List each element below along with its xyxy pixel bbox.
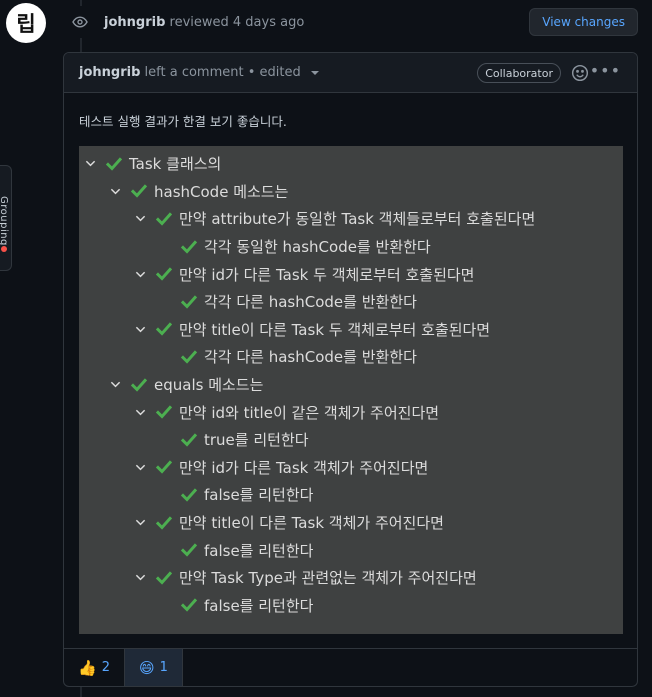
tree-item-label: 각각 다른 hashCode를 반환한다 — [204, 348, 417, 367]
tree-item: 만약 id와 title이 같은 객체가 주어진다면 — [79, 398, 623, 426]
tree-item: 만약 Task Type과 관련없는 객체가 주어진다면 — [79, 564, 623, 592]
comment-intro-text: 테스트 실행 결과가 한결 보기 좋습니다. — [79, 114, 287, 129]
tree-item-label: 각각 다른 hashCode를 반환한다 — [204, 293, 417, 312]
edit-history-chevron-down-icon[interactable] — [310, 70, 319, 75]
tree-item: hashCode 메소드는 — [79, 178, 623, 206]
page: 립 Grouping johngrib reviewed 4 days ago … — [0, 0, 652, 697]
reaction-count: 1 — [159, 660, 168, 675]
tree-item: 각각 다른 hashCode를 반환한다 — [79, 288, 623, 316]
tree-item: 각각 동일한 hashCode를 반환한다 — [79, 233, 623, 261]
tree-item-label: true를 리턴한다 — [204, 431, 309, 450]
chevron-down-icon[interactable] — [135, 324, 146, 335]
tree-item: 만약 attribute가 동일한 Task 객체들로부터 호출된다면 — [79, 205, 623, 233]
check-icon — [181, 433, 197, 447]
tree-item: false를 리턴한다 — [79, 481, 623, 509]
comment-body: 테스트 실행 결과가 한결 보기 좋습니다. Task 클래스의 hashCode… — [64, 93, 637, 634]
tree-item: equals 메소드는 — [79, 371, 623, 399]
comment-header: johngrib left a comment • edited Collabo… — [64, 53, 637, 93]
tree-item: 만약 title이 다른 Task 두 객체로부터 호출된다면 — [79, 316, 623, 344]
check-icon — [131, 184, 147, 199]
chevron-down-icon[interactable] — [85, 158, 96, 169]
check-icon — [156, 571, 172, 585]
check-icon — [181, 239, 197, 254]
tree-item-label: 만약 id와 title이 같은 객체가 주어진다면 — [179, 403, 440, 422]
chevron-down-icon[interactable] — [135, 517, 146, 528]
tree-item: false를 리턴한다 — [79, 536, 623, 564]
tree-item: true를 리턴한다 — [79, 426, 623, 454]
check-icon — [156, 267, 172, 281]
tree-item: 만약 id가 다른 Task 객체가 주어진다면 — [79, 454, 623, 482]
side-panel-tab[interactable]: Grouping — [0, 165, 12, 271]
reactions-bar: 👍 2 😄 1 — [64, 648, 637, 686]
check-icon — [181, 295, 197, 309]
chevron-down-icon[interactable] — [135, 407, 146, 418]
review-time: reviewed 4 days ago — [169, 14, 305, 30]
more-options-kebab-icon[interactable]: ••• — [590, 61, 621, 80]
reaction-button[interactable]: 👍 2 — [64, 649, 125, 686]
comment-meta: johngrib left a comment • edited — [79, 65, 319, 80]
tree-item-label: Task 클래스의 — [129, 155, 222, 174]
chevron-down-icon[interactable] — [135, 213, 146, 224]
chevron-down-icon[interactable] — [135, 572, 146, 583]
test-result-tree: Task 클래스의 hashCode 메소드는만약 attribute가 동일한 … — [79, 146, 623, 634]
tree-item-label: hashCode 메소드는 — [154, 182, 289, 201]
tree-item-label: false를 리턴한다 — [204, 486, 314, 505]
smile-icon: 😄 — [138, 658, 155, 677]
view-changes-button[interactable]: View changes — [529, 8, 638, 36]
tree-item-label: 만약 id가 다른 Task 객체가 주어진다면 — [179, 458, 429, 477]
tree-item: Task 클래스의 — [79, 150, 623, 178]
tree-item-label: 만약 attribute가 동일한 Task 객체들로부터 호출된다면 — [179, 210, 536, 229]
review-event: johngrib reviewed 4 days ago View change… — [62, 6, 652, 38]
eye-icon — [62, 6, 98, 38]
tree-item-label: 각각 동일한 hashCode를 반환한다 — [204, 238, 431, 257]
check-icon — [181, 598, 197, 612]
check-icon — [106, 157, 122, 171]
comment-author-link[interactable]: johngrib — [79, 65, 140, 80]
chevron-down-icon[interactable] — [135, 269, 146, 280]
check-icon — [156, 515, 172, 530]
review-author-link[interactable]: johngrib — [104, 15, 165, 30]
side-panel-label: Grouping — [0, 196, 9, 246]
check-icon — [131, 377, 147, 392]
avatar[interactable]: 립 — [6, 3, 46, 43]
notification-dot — [1, 246, 7, 252]
chevron-down-icon[interactable] — [135, 462, 146, 473]
check-icon — [181, 543, 197, 557]
tree-item-label: 만약 id가 다른 Task 두 객체로부터 호출된다면 — [179, 265, 475, 284]
chevron-down-icon[interactable] — [110, 186, 121, 197]
reaction-count: 2 — [101, 660, 110, 675]
tree-item-label: false를 리턴한다 — [204, 541, 314, 560]
chevron-down-icon[interactable] — [110, 379, 121, 390]
reaction-button[interactable]: 😄 1 — [124, 649, 183, 686]
thumbs-up-icon: 👍 — [78, 658, 97, 677]
tree-item-label: 만약 title이 다른 Task 객체가 주어진다면 — [179, 514, 444, 533]
check-icon — [181, 488, 197, 502]
tree-item: 만약 title이 다른 Task 객체가 주어진다면 — [79, 509, 623, 537]
check-icon — [156, 405, 172, 419]
check-icon — [156, 460, 172, 475]
tree-item-label: equals 메소드는 — [154, 376, 264, 395]
comment-meta-text: left a comment • edited — [144, 65, 301, 80]
tree-item-label: 만약 title이 다른 Task 두 객체로부터 호출된다면 — [179, 320, 491, 339]
tree-item-label: 만약 Task Type과 관련없는 객체가 주어진다면 — [179, 569, 477, 588]
collaborator-badge: Collaborator — [477, 63, 561, 83]
tree-item: 각각 다른 hashCode를 반환한다 — [79, 343, 623, 371]
tree-item-label: false를 리턴한다 — [204, 596, 314, 615]
check-icon — [156, 322, 172, 337]
tree-item: 만약 id가 다른 Task 두 객체로부터 호출된다면 — [79, 260, 623, 288]
review-comment: johngrib left a comment • edited Collabo… — [63, 52, 638, 687]
check-icon — [181, 350, 197, 364]
check-icon — [156, 212, 172, 226]
review-summary: johngrib reviewed 4 days ago — [104, 15, 304, 30]
tree-item: false를 리턴한다 — [79, 592, 623, 620]
add-reaction-smiley-icon[interactable] — [571, 64, 589, 82]
